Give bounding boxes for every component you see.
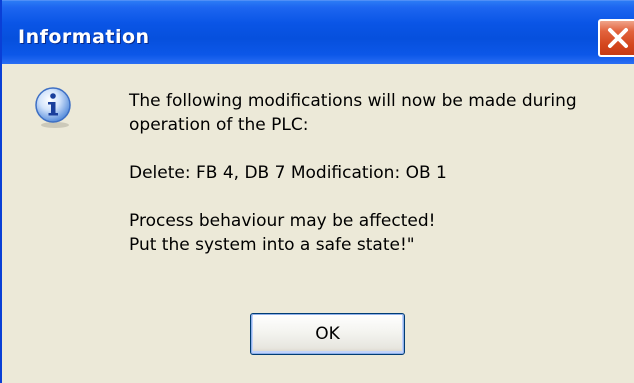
message-line: Put the system into a safe state!"	[129, 235, 415, 255]
message-line: Delete: FB 4, DB 7 Modification: OB 1	[129, 163, 447, 183]
message-line: The following modifications will now be …	[129, 91, 577, 111]
message-line: Process behaviour may be affected!	[129, 211, 436, 231]
information-dialog: Information The following modifications …	[0, 0, 634, 383]
ok-button[interactable]: OK	[250, 313, 405, 355]
info-icon	[35, 87, 71, 128]
close-icon	[608, 28, 628, 48]
dialog-title: Information	[18, 26, 150, 48]
message-text: The following modifications will now be …	[129, 89, 577, 257]
close-button[interactable]	[598, 19, 634, 57]
message-line: operation of the PLC:	[129, 115, 309, 135]
title-bar[interactable]: Information	[2, 0, 634, 64]
